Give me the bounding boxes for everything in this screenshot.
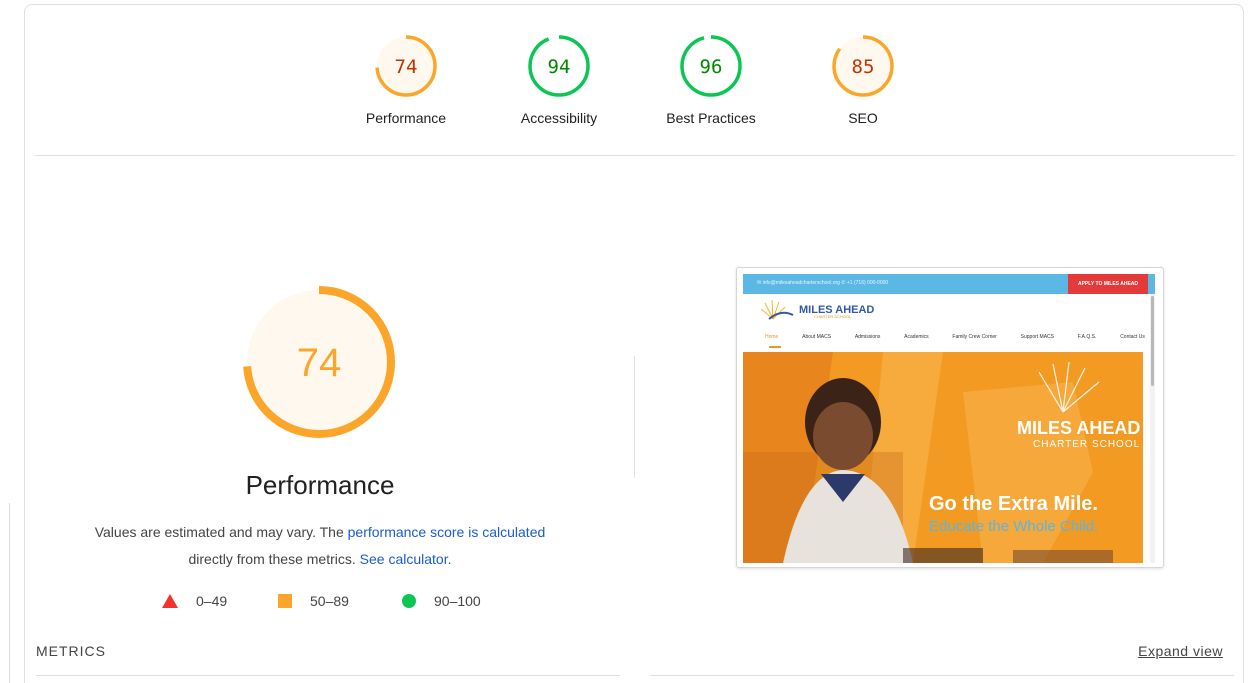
- circle-icon: [402, 594, 416, 608]
- site-nav: Home About MACS Admissions Academics Fam…: [765, 334, 1145, 340]
- expand-view-toggle[interactable]: Expand view: [1138, 643, 1223, 659]
- site-hero: MILES AHEAD CHARTER SCHOOL Go the Extra …: [743, 352, 1143, 563]
- site-topbar: ✉ info@milesaheadcharterschool.org ✆ +1 …: [743, 274, 1155, 294]
- legend-pass-label: 90–100: [434, 593, 481, 609]
- gauge-performance[interactable]: 74 Performance: [331, 34, 481, 126]
- site-nav-item: About MACS: [802, 334, 832, 340]
- performance-description: Values are estimated and may vary. The p…: [60, 519, 580, 573]
- gauge-seo[interactable]: 85 SEO: [788, 34, 938, 126]
- hero-subheadline: Educate the Whole Child.: [929, 518, 1099, 535]
- site-nav-item: Home: [765, 334, 779, 340]
- site-scroll-thumb: [1151, 296, 1154, 386]
- desc-text-2: directly from these metrics.: [188, 551, 360, 567]
- metrics-divider-right: [650, 675, 1234, 676]
- desc-text: Values are estimated and may vary. The: [94, 524, 348, 540]
- gauge-ring-icon: 74: [375, 35, 437, 97]
- final-screenshot[interactable]: ✉ info@milesaheadcharterschool.org ✆ +1 …: [736, 267, 1164, 568]
- gauge-accessibility[interactable]: 94 Accessibility: [484, 34, 634, 126]
- gauge-score: 94: [548, 56, 571, 78]
- vertical-divider: [634, 356, 635, 478]
- category-gauges: 74 Performance 94 Accessibility 96 Best …: [0, 0, 1249, 160]
- site-nav-item: Academics: [904, 334, 929, 340]
- metrics-heading: METRICS: [36, 643, 106, 659]
- site-nav-item: Family Crew Corner: [952, 334, 997, 340]
- site-logo-sub: CHARTER SCHOOL: [814, 314, 852, 319]
- triangle-icon: [162, 594, 178, 608]
- site-nav-item: F.A.Q.S.: [1077, 334, 1097, 340]
- screenshot-page: ✉ info@milesaheadcharterschool.org ✆ +1 …: [743, 274, 1155, 563]
- hero-brand-sub: CHARTER SCHOOL: [1033, 439, 1141, 450]
- legend-fail: 0–49: [162, 593, 227, 609]
- gauge-label: Best Practices: [666, 110, 756, 126]
- apply-button: APPLY TO MILES AHEAD: [1068, 274, 1148, 294]
- legend-pass: 90–100: [402, 593, 481, 609]
- legend-average-label: 50–89: [310, 593, 349, 609]
- gauge-ring-icon: 94: [528, 35, 590, 97]
- site-contact-text: ✉ info@milesaheadcharterschool.org ✆ +1 …: [757, 280, 889, 286]
- legend-average: 50–89: [278, 593, 349, 609]
- gauge-label: Performance: [365, 110, 447, 126]
- gauge-score: 74: [395, 56, 418, 78]
- legend-fail-label: 0–49: [196, 593, 228, 609]
- square-icon: [278, 594, 292, 608]
- site-nav-item: Contact Us: [1120, 334, 1145, 340]
- performance-score: 74: [297, 341, 342, 385]
- gauge-score: 96: [700, 56, 723, 78]
- score-calculated-link[interactable]: performance score is calculated: [348, 524, 546, 540]
- gauge-label: SEO: [848, 110, 878, 126]
- hero-headline: Go the Extra Mile.: [929, 493, 1098, 515]
- left-panel-edge: [0, 503, 10, 683]
- gauge-score: 85: [852, 56, 875, 78]
- site-nav-item: Support MACS: [1020, 334, 1054, 340]
- summary-divider: [35, 155, 1235, 156]
- site-nav-underline: [769, 346, 781, 348]
- metrics-divider-left: [36, 675, 620, 676]
- site-nav-item: Admissions: [854, 334, 881, 340]
- gauge-ring-icon: 85: [832, 35, 894, 97]
- performance-title: Performance: [245, 470, 395, 500]
- see-calculator-link[interactable]: See calculator.: [360, 551, 452, 567]
- hero-brand: MILES AHEAD: [1017, 418, 1141, 438]
- gauge-best-practices[interactable]: 96 Best Practices: [636, 34, 786, 126]
- site-logo: MILES AHEAD CHARTER SCHOOL: [759, 299, 874, 321]
- gauge-ring-icon: 96: [680, 35, 742, 97]
- sun-logo-icon: [760, 299, 794, 320]
- gauge-label: Accessibility: [520, 110, 598, 126]
- performance-gauge: 74: [243, 286, 395, 438]
